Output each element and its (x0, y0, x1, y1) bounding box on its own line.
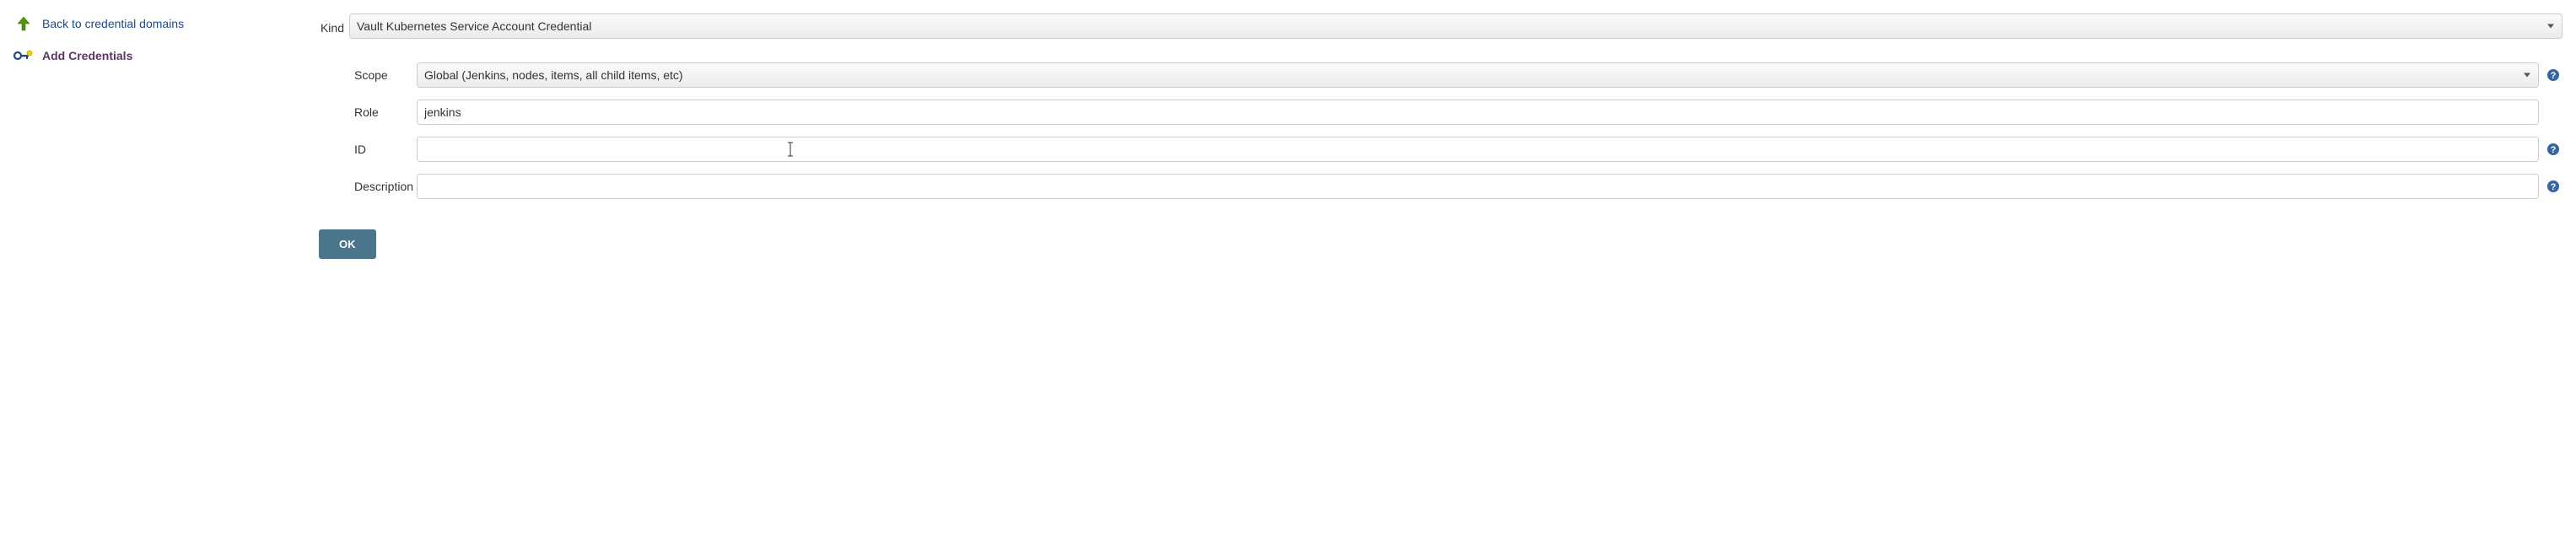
credentials-form: Kind Vault Kubernetes Service Account Cr… (319, 13, 2569, 259)
description-label: Description (354, 180, 417, 193)
scope-label: Scope (354, 68, 417, 82)
kind-label: Kind (319, 21, 349, 35)
add-credentials-link[interactable]: Add Credentials (13, 47, 319, 64)
add-credentials-page: Back to credential domains Add Credentia… (0, 0, 2576, 272)
svg-text:?: ? (2551, 182, 2557, 192)
scope-select-wrapper: Global (Jenkins, nodes, items, all child… (417, 62, 2539, 88)
submit-row: OK (319, 229, 2563, 259)
back-link-text: Back to credential domains (42, 17, 184, 30)
description-input[interactable] (417, 174, 2539, 199)
form-fields: Scope Global (Jenkins, nodes, items, all… (319, 62, 2563, 199)
kind-select-wrapper: Vault Kubernetes Service Account Credent… (349, 13, 2563, 39)
description-row: Description ? (354, 174, 2563, 199)
role-input[interactable] (417, 100, 2539, 125)
role-input-wrapper (417, 100, 2539, 125)
id-help[interactable]: ? (2544, 143, 2563, 156)
id-input[interactable] (417, 137, 2539, 162)
back-to-credential-domains-link[interactable]: Back to credential domains (13, 15, 319, 32)
help-icon: ? (2546, 68, 2560, 82)
scope-select[interactable]: Global (Jenkins, nodes, items, all child… (417, 62, 2539, 88)
description-help[interactable]: ? (2544, 180, 2563, 193)
kind-row: Kind Vault Kubernetes Service Account Cr… (319, 13, 2563, 39)
help-icon: ? (2546, 143, 2560, 156)
up-arrow-icon (13, 15, 34, 32)
ok-button[interactable]: OK (319, 229, 376, 259)
role-row: Role (354, 100, 2563, 125)
sidebar: Back to credential domains Add Credentia… (7, 13, 319, 259)
add-credentials-text: Add Credentials (42, 49, 132, 62)
kind-select[interactable]: Vault Kubernetes Service Account Credent… (349, 13, 2563, 39)
id-row: ID ? (354, 137, 2563, 162)
help-icon: ? (2546, 180, 2560, 193)
scope-row: Scope Global (Jenkins, nodes, items, all… (354, 62, 2563, 88)
scope-help[interactable]: ? (2544, 68, 2563, 82)
role-label: Role (354, 105, 417, 119)
svg-text:?: ? (2551, 71, 2557, 81)
svg-text:?: ? (2551, 145, 2557, 155)
id-label: ID (354, 143, 417, 156)
key-icon (13, 47, 34, 64)
id-input-wrapper (417, 137, 2539, 162)
description-input-wrapper (417, 174, 2539, 199)
